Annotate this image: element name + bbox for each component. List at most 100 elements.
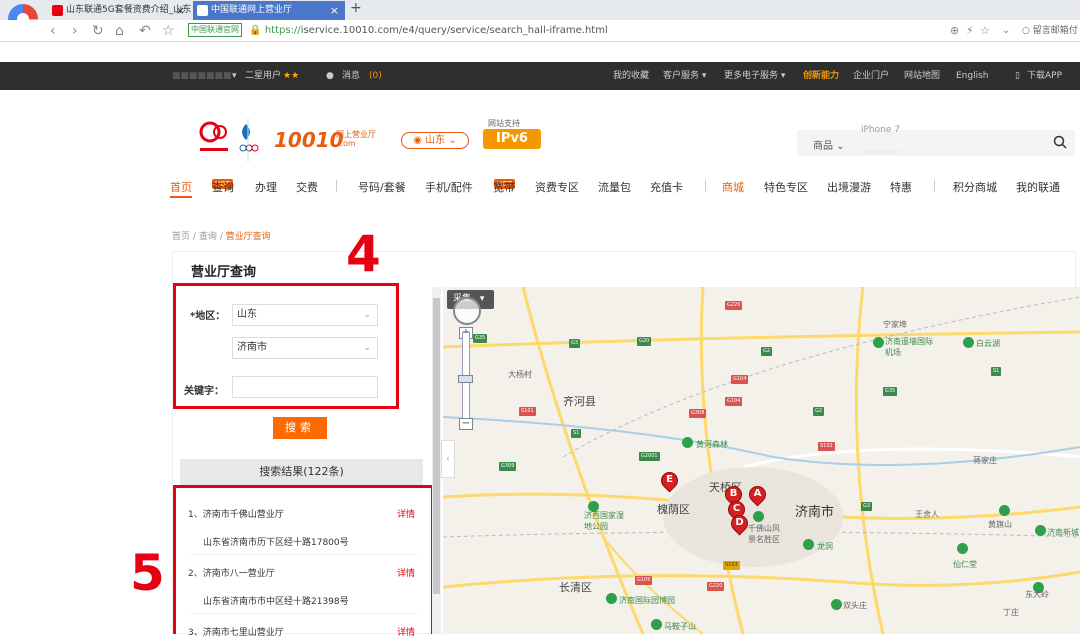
home-icon[interactable]: ⌂ <box>115 22 124 40</box>
highway-shield: S103 <box>723 561 740 570</box>
browser-tab[interactable]: 山东联通5G套餐资费介绍_山东 × <box>48 1 191 20</box>
back-icon[interactable]: ‹ <box>50 22 56 40</box>
topbar-link-favorites[interactable]: 我的收藏 <box>613 62 649 90</box>
annotation-box-5 <box>173 485 434 634</box>
scenic-poi-icon[interactable] <box>753 511 764 522</box>
map-label-village: 王舍人 <box>915 510 939 519</box>
dropdown-chevron-icon[interactable]: ⌄ <box>1002 22 1010 40</box>
breadcrumb-query[interactable]: 查询 <box>199 232 217 242</box>
highway-shield: G105 <box>635 576 653 585</box>
nav-item-handle[interactable]: 办理 <box>255 179 277 195</box>
username-blurred[interactable]: ■■■■■■■ <box>172 62 232 90</box>
airport-poi-icon[interactable] <box>873 337 884 348</box>
search-icon[interactable] <box>1053 135 1067 149</box>
breadcrumb-sep: / <box>192 232 196 242</box>
nav-item-points-mall[interactable]: 积分商城 <box>953 179 997 195</box>
map-marker-e[interactable]: E <box>657 468 682 496</box>
search-button[interactable]: 搜索 <box>273 417 327 439</box>
highway-shield: G20 <box>637 337 652 346</box>
nav-item-phone[interactable]: 手机/配件 <box>425 179 473 195</box>
zoom-slider-handle[interactable] <box>458 375 473 383</box>
highway-shield: G308 <box>689 409 707 418</box>
new-tab-button[interactable]: + <box>350 0 362 16</box>
nav-item-query[interactable]: 查询 <box>212 179 234 195</box>
park-poi-icon[interactable] <box>1035 525 1046 536</box>
topbar-link-sitemap[interactable]: 网站地图 <box>904 62 940 90</box>
browser-toolbar: ‹ › ↻ ⌂ ↶ ☆ 中国联通官网 🔒 https://iservice.10… <box>0 20 1080 42</box>
site-top-bar: ■■■■■■■ ▾ 二星用户 ★★ ● 消息 (0) 我的收藏 客户服务 ▾ 更… <box>0 62 1080 90</box>
close-tab-icon[interactable]: × <box>176 1 185 20</box>
message-count: (0) <box>369 71 382 81</box>
map-label-city: 济南市 <box>795 505 835 520</box>
nav-item-deals[interactable]: 特惠 <box>890 179 912 195</box>
region-selector[interactable]: ◉ 山东 ⌄ <box>401 132 469 149</box>
nav-item-mall[interactable]: 商城 <box>722 179 744 195</box>
nav-item-pay[interactable]: 交费 <box>296 179 318 195</box>
url-path: iservice.10010.com/e4/query/service/sear… <box>300 25 608 36</box>
highway-shield: S1 <box>991 367 1002 376</box>
park-poi-icon[interactable] <box>651 619 662 630</box>
park-poi-icon[interactable] <box>803 539 814 550</box>
nav-item-my-unicom[interactable]: 我的联通 <box>1016 179 1060 195</box>
topbar-link-eservice[interactable]: 更多电子服务 ▾ <box>724 62 785 90</box>
search-category-select[interactable]: 商品 ⌄ <box>813 137 845 152</box>
map-label-xianren: 仙仁堂 <box>953 560 977 569</box>
close-tab-icon[interactable]: × <box>330 1 339 20</box>
bookmark-star-icon[interactable]: ☆ <box>980 22 990 40</box>
highway-shield: G309 <box>499 462 517 471</box>
nav-item-roaming[interactable]: 出境漫游 <box>827 179 871 195</box>
zoom-out-button[interactable]: − <box>459 418 473 430</box>
topbar-link-english[interactable]: English <box>956 62 989 90</box>
share-icon[interactable]: ⚡ <box>966 22 974 40</box>
nav-item-data-pack[interactable]: 流量包 <box>598 179 631 195</box>
topbar-link-innovation[interactable]: 创新能力 <box>803 62 839 90</box>
park-poi-icon[interactable] <box>999 505 1010 516</box>
park-poi-icon[interactable] <box>606 593 617 604</box>
reload-icon[interactable]: ↻ <box>92 22 104 40</box>
map-label-village: 蒋家庄 <box>973 456 997 465</box>
nav-item-number-plan[interactable]: 号码/套餐 <box>358 179 406 195</box>
search-engine-box[interactable]: ○ 留言邮箱付 <box>1022 23 1078 36</box>
address-bar[interactable]: 中国联通官网 🔒 https://iservice.10010.com/e4/q… <box>188 22 938 40</box>
map-marker-d[interactable]: D <box>727 511 752 539</box>
nav-item-home[interactable]: 首页 <box>170 179 192 195</box>
map-marker-a[interactable]: A <box>745 482 770 510</box>
forward-icon[interactable]: › <box>72 22 78 40</box>
zoom-icon[interactable]: ⊕ <box>950 22 959 40</box>
highway-shield: G3 <box>569 339 581 348</box>
unicom-favicon-icon <box>52 5 63 16</box>
certificate-badge[interactable]: 中国联通官网 <box>188 23 242 37</box>
collapse-list-toggle[interactable]: ‹ <box>441 440 455 478</box>
tab-title: 山东联通5G套餐资费介绍_山东 <box>66 5 191 15</box>
site-search-box[interactable]: 商品 ⌄ iPhone 7 <box>797 125 1075 156</box>
nav-item-tariff[interactable]: 资费专区 <box>535 179 579 195</box>
nav-item-recharge[interactable]: 充值卡 <box>650 179 683 195</box>
park-poi-icon[interactable] <box>831 599 842 610</box>
map-pan-control[interactable] <box>453 297 481 325</box>
browser-tab-active[interactable]: 中国联通网上营业厅 × <box>193 1 345 20</box>
nav-item-featured[interactable]: 特色专区 <box>764 179 808 195</box>
user-menu-chevron-icon[interactable]: ▾ <box>232 62 237 90</box>
breadcrumb: 首页 / 查询 / 营业厅查询 <box>172 229 271 242</box>
highway-shield: G35 <box>473 334 488 343</box>
chevron-down-icon: ⌄ <box>448 135 457 146</box>
map-label-village: 宁家埠 <box>883 320 907 329</box>
nav-item-broadband[interactable]: 宽带 <box>493 179 515 195</box>
park-poi-icon[interactable] <box>957 543 968 554</box>
undo-close-icon[interactable]: ↶ <box>139 22 151 40</box>
search-input[interactable] <box>861 150 901 154</box>
scrollbar-thumb[interactable] <box>433 298 440 594</box>
download-app-link[interactable]: 下载APP <box>1027 62 1062 90</box>
breadcrumb-home[interactable]: 首页 <box>172 232 190 242</box>
messages-link[interactable]: 消息 <box>342 62 360 90</box>
map-label-scenic: 千佛山风景名胜区 <box>748 524 780 544</box>
park-poi-icon[interactable] <box>963 337 974 348</box>
chevron-down-icon: ▾ <box>479 294 485 304</box>
topbar-link-enterprise[interactable]: 企业门户 <box>853 62 889 90</box>
map-view[interactable]: 济南市 齐河县 长清区 槐荫区 天桥区 济南遥墙国际机场 济西国家湿地公园 黄河… <box>443 287 1080 634</box>
message-icon[interactable]: ● <box>326 62 334 90</box>
favorite-star-icon[interactable]: ☆ <box>162 22 175 40</box>
topbar-link-service[interactable]: 客户服务 ▾ <box>663 62 706 90</box>
nav-divider <box>336 180 337 192</box>
park-poi-icon[interactable] <box>682 437 693 448</box>
